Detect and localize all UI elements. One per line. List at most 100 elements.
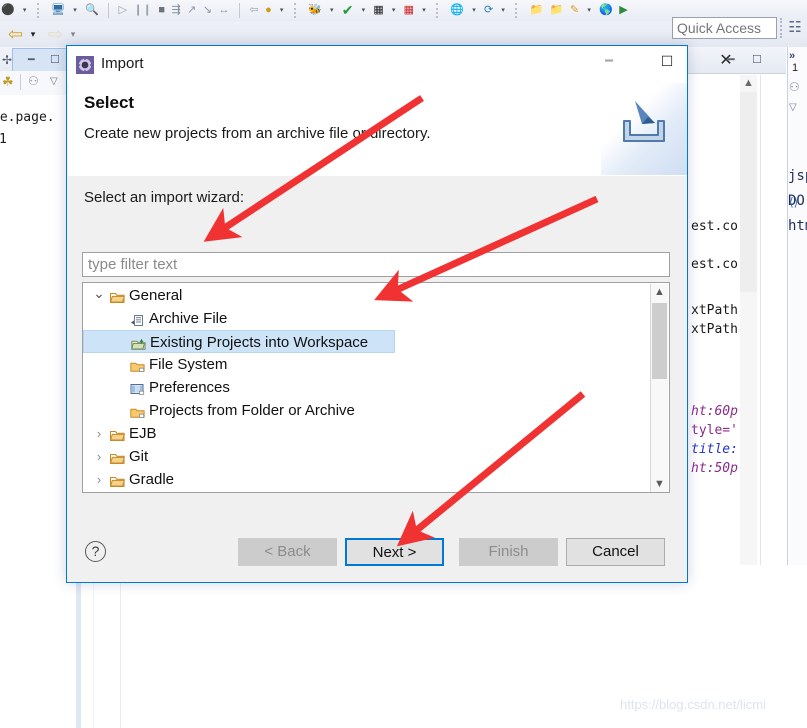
search-icon[interactable]: 🔍: [85, 0, 99, 20]
maximize-icon[interactable]: ☐: [50, 53, 60, 66]
forward-arrow-icon[interactable]: ⇨: [48, 21, 63, 47]
next-annotation-icon[interactable]: ●: [265, 0, 272, 20]
validate-icon[interactable]: ✔: [342, 0, 354, 20]
tree-scrollbar[interactable]: ▲ ▼: [650, 284, 668, 492]
dropdown-caret-icon[interactable]: ▾: [277, 6, 286, 14]
new-perspective-icon[interactable]: ☷: [785, 18, 805, 38]
dialog-close-button[interactable]: ✕: [703, 46, 749, 76]
dropdown-caret-icon[interactable]: ▾: [585, 6, 594, 14]
editor-gutter-accent: [76, 575, 81, 728]
dropdown-caret-icon[interactable]: ▾: [499, 6, 508, 14]
maximize-icon[interactable]: ☐: [752, 53, 762, 66]
run-icon[interactable]: 🖥: [51, 0, 65, 20]
ant-icon[interactable]: 🐝: [308, 0, 322, 20]
tree-item-archive-file[interactable]: Archive File: [83, 307, 649, 330]
open-folder-icon[interactable]: 📁: [550, 0, 564, 20]
tree-item-label: Archive File: [149, 310, 228, 327]
import-wizard-icon: [76, 56, 94, 74]
members-icon[interactable]: ⚇: [28, 74, 39, 88]
server-icon[interactable]: ▦: [373, 0, 383, 20]
outline-line: htm: [788, 218, 807, 234]
previous-annotation-icon[interactable]: ⇦: [249, 0, 258, 20]
members-icon[interactable]: ⚇: [789, 80, 800, 94]
help-button[interactable]: ?: [85, 541, 106, 562]
dropdown-caret-icon[interactable]: ▾: [389, 6, 398, 14]
chevron-up-icon[interactable]: ▲: [741, 76, 756, 90]
step-over-icon[interactable]: ❙❙: [133, 0, 151, 20]
toolbar-dots: [515, 2, 521, 18]
globe-icon[interactable]: 🌎: [599, 0, 613, 20]
chevron-double-right-icon[interactable]: »: [789, 50, 795, 62]
finish-button[interactable]: Finish: [459, 538, 558, 566]
tree-item-existing-projects-into-workspace[interactable]: Existing Projects into Workspace: [83, 330, 395, 353]
toolbar-dots: [36, 2, 43, 18]
web-browser-icon[interactable]: 🌐: [450, 0, 464, 20]
editor-gutter-divider: [120, 575, 121, 728]
chevron-down-icon[interactable]: ⌄: [91, 284, 107, 302]
dropdown-caret-icon[interactable]: ▾: [327, 6, 336, 14]
dropdown-caret-icon[interactable]: ▾: [359, 6, 368, 14]
toolbar-dots: [435, 2, 442, 18]
import-dialog[interactable]: Import ━ ☐ ✕ Select Create new projects …: [66, 45, 733, 583]
view-menu-icon[interactable]: ▽: [50, 76, 58, 87]
analysis-icon[interactable]: ↔: [218, 0, 229, 20]
dropdown-caret-icon[interactable]: ▾: [470, 6, 479, 14]
cancel-button[interactable]: Cancel: [566, 538, 665, 566]
chevron-right-icon[interactable]: ›: [91, 445, 107, 468]
dropdown-caret-icon[interactable]: ▾: [70, 6, 79, 14]
chevron-down-icon[interactable]: ▼: [651, 476, 668, 492]
tree-item-label: Existing Projects into Workspace: [150, 334, 369, 351]
next-button[interactable]: Next >: [345, 538, 444, 566]
dialog-minimize-button[interactable]: ━: [586, 46, 632, 76]
left-editor-tab[interactable]: [12, 48, 74, 72]
tree-scroll-thumb[interactable]: [652, 303, 667, 379]
tree-item-gradle[interactable]: › Gradle: [83, 468, 649, 491]
debug-icon[interactable]: ⚫: [1, 0, 15, 20]
bookmark-icon[interactable]: ☘: [2, 74, 14, 90]
profile-icon[interactable]: ↗: [187, 0, 196, 20]
tree-item-file-system[interactable]: File System: [83, 353, 649, 376]
dialog-titlebar[interactable]: Import ━ ☐ ✕: [67, 46, 733, 83]
code-line: tyle=': [691, 423, 738, 438]
quick-access-input[interactable]: [672, 17, 777, 39]
dropdown-caret-icon[interactable]: ▾: [29, 21, 38, 47]
editor-gutter-line: [93, 575, 94, 728]
outline-pane[interactable]: [787, 47, 807, 565]
edit-icon[interactable]: ✎: [570, 0, 579, 20]
code-line: ht:60p: [691, 404, 738, 419]
refresh-icon[interactable]: ⟳: [484, 0, 493, 20]
terminate-icon[interactable]: ■: [158, 0, 165, 20]
outline-line: jsp: [788, 168, 807, 184]
chevron-right-icon[interactable]: ›: [91, 468, 107, 491]
filter-input[interactable]: [82, 252, 670, 277]
chevron-up-icon[interactable]: ▲: [651, 284, 668, 301]
angle-brackets-icon[interactable]: ⟨⟩: [789, 195, 798, 209]
code-line: est.co: [691, 219, 738, 234]
wizard-tree[interactable]: ⌄ General Archive File Existing Projects in…: [82, 282, 670, 493]
tree-item-general[interactable]: ⌄ General: [83, 284, 649, 307]
open-folder-icon[interactable]: 📁: [530, 0, 544, 20]
watermark-text: https://blog.csdn.net/licmi: [620, 697, 766, 712]
dropdown-caret-icon[interactable]: ▾: [69, 21, 78, 47]
database-icon[interactable]: ▦: [404, 0, 414, 20]
tree-item-git[interactable]: › Git: [83, 445, 649, 468]
chevron-right-icon[interactable]: ›: [91, 422, 107, 445]
disconnect-icon[interactable]: ⇶: [171, 0, 180, 20]
close-tab-icon[interactable]: ✢: [2, 53, 12, 67]
back-button[interactable]: < Back: [238, 538, 337, 566]
minimize-icon[interactable]: ━: [28, 53, 35, 66]
code-line: xtPath: [691, 303, 738, 318]
tree-item-ejb[interactable]: › EJB: [83, 422, 649, 445]
coverage-icon[interactable]: ↘: [203, 0, 212, 20]
dialog-maximize-button[interactable]: ☐: [644, 46, 690, 76]
view-menu-icon[interactable]: ▽: [789, 102, 797, 113]
back-arrow-icon[interactable]: ⇦: [8, 21, 23, 47]
tree-item-label: Git: [129, 448, 149, 465]
step-into-icon[interactable]: ▷: [119, 0, 127, 20]
dropdown-caret-icon[interactable]: ▾: [20, 6, 29, 14]
dropdown-caret-icon[interactable]: ▾: [420, 6, 429, 14]
right-editor-scroll-thumb[interactable]: [740, 92, 757, 292]
deploy-icon[interactable]: ▶: [619, 0, 627, 20]
tree-item-preferences[interactable]: Preferences: [83, 376, 649, 399]
tree-item-projects-from-folder-or-archive[interactable]: Projects from Folder or Archive: [83, 399, 649, 422]
